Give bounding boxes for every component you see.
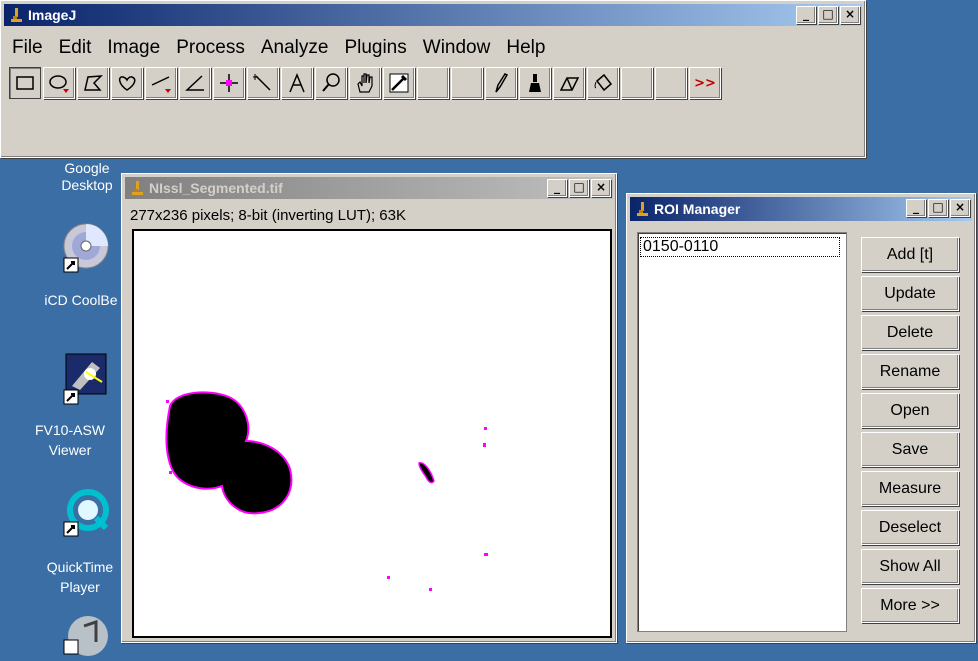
roi-titlebar[interactable]: ROI Manager _ □ × [630,197,972,221]
polygon-tool[interactable] [77,67,109,99]
image-window: NIssl_Segmented.tif _ □ × 277x236 pixels… [121,173,617,643]
minimize-button[interactable]: _ [547,179,567,197]
empty-tool-slot-2 [451,67,483,99]
menu-file[interactable]: File [4,35,51,61]
maximize-button[interactable]: □ [818,6,838,24]
menu-help[interactable]: Help [498,35,553,61]
desktop-icon-label-fv10: FV10-ASW Viewer [34,422,105,458]
maximize-button[interactable]: □ [928,199,948,217]
image-info: 277x236 pixels; 8-bit (inverting LUT); 6… [130,207,406,224]
microscope-icon [11,8,22,22]
menu-process[interactable]: Process [168,35,253,61]
empty-tool-slot-3 [621,67,653,99]
flood-fill-tool[interactable] [587,67,619,99]
more-button[interactable]: More >> [861,588,959,623]
roi-list[interactable]: 0150-0110 [637,232,847,632]
minimize-button[interactable]: _ [906,199,926,217]
roi-title: ROI Manager [654,201,741,217]
rectangle-tool[interactable] [9,67,41,99]
roi-manager-window: ROI Manager _ □ × 0150-0110 Add [t] Upda… [626,193,976,643]
imagej-titlebar[interactable]: ImageJ _ □ × [4,4,862,26]
minimize-button[interactable]: _ [796,6,816,24]
deselect-button[interactable]: Deselect [861,510,959,545]
angle-tool[interactable] [179,67,211,99]
brush-tool[interactable] [519,67,551,99]
roi-list-item[interactable]: 0150-0110 [640,237,840,257]
desktop-icon-label-google: Google Desktop [61,160,113,193]
close-button[interactable]: × [950,199,970,217]
menu-image[interactable]: Image [99,35,168,61]
oval-tool[interactable] [43,67,75,99]
fv10-viewer-icon[interactable] [62,352,110,411]
imagej-window: ImageJ _ □ × File Edit Image Process Ana… [0,0,866,158]
menu-plugins[interactable]: Plugins [336,35,414,61]
show-all-button[interactable]: Show All [861,549,959,584]
color-picker-tool[interactable] [383,67,415,99]
status-bar [4,105,862,151]
menu-edit[interactable]: Edit [51,35,100,61]
update-button[interactable]: Update [861,276,959,311]
image-title: NIssl_Segmented.tif [149,180,283,196]
segmented-image [165,391,488,591]
maximize-button[interactable]: □ [569,179,589,197]
hand-tool[interactable] [349,67,381,99]
menu-analyze[interactable]: Analyze [253,35,337,61]
text-tool[interactable] [281,67,313,99]
image-canvas[interactable] [132,229,612,638]
more-tools-button[interactable]: >> [689,67,721,99]
music-icon[interactable] [62,612,110,661]
imagej-title: ImageJ [28,7,77,23]
freehand-tool[interactable] [111,67,143,99]
line-tool[interactable] [145,67,177,99]
microscope-icon [637,202,648,216]
cd-disc-icon[interactable] [62,222,110,279]
open-button[interactable]: Open [861,393,959,428]
desktop-icon-label-quicktime: QuickTime Player [46,559,114,595]
add-button[interactable]: Add [t] [861,237,959,272]
close-button[interactable]: × [840,6,860,24]
menubar: File Edit Image Process Analyze Plugins … [4,35,553,61]
empty-tool-slot-4 [655,67,687,99]
eraser-tool[interactable] [553,67,585,99]
point-tool[interactable] [213,67,245,99]
magnifier-tool[interactable] [315,67,347,99]
microscope-icon [132,181,143,195]
save-button[interactable]: Save [861,432,959,467]
rename-button[interactable]: Rename [861,354,959,389]
toolbar: >> [9,67,723,99]
image-titlebar[interactable]: NIssl_Segmented.tif _ □ × [125,177,613,199]
pencil-tool[interactable] [485,67,517,99]
menu-window[interactable]: Window [415,35,499,61]
close-button[interactable]: × [591,179,611,197]
wand-tool[interactable] [247,67,279,99]
empty-tool-slot-1 [417,67,449,99]
measure-button[interactable]: Measure [861,471,959,506]
desktop-icon-label-icd: iCD CoolBe [44,292,118,308]
delete-button[interactable]: Delete [861,315,959,350]
quicktime-icon[interactable] [62,488,110,543]
